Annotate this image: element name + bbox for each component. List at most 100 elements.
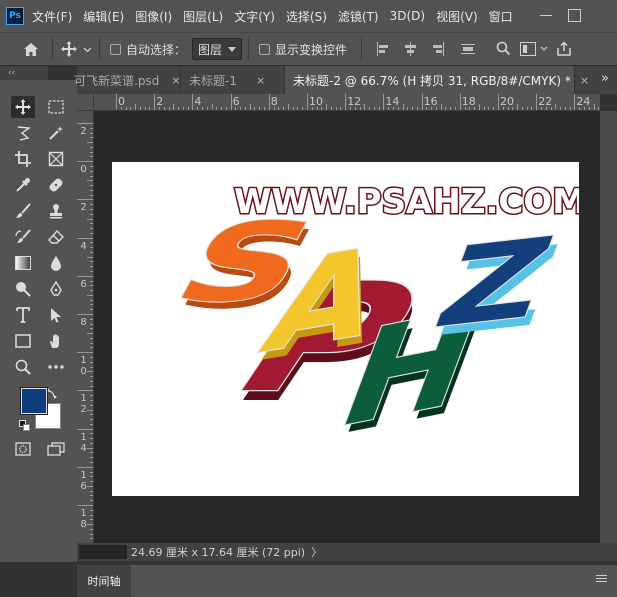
ruler-corner[interactable]: [77, 94, 94, 111]
ruler-minor-tick: [90, 356, 93, 358]
ruler-minor-tick: [90, 208, 93, 210]
ruler-minor-tick: [90, 328, 93, 330]
crop-tool-icon[interactable]: [11, 148, 35, 170]
zoom-tool-icon[interactable]: [11, 356, 35, 378]
ruler-minor-tick: [90, 490, 93, 492]
horizontal-ruler[interactable]: 0 2 4 6 8 10 12 14 16 18 20 22 24: [94, 94, 600, 111]
workspace-icon[interactable]: [520, 42, 537, 56]
home-icon[interactable]: [16, 38, 46, 60]
rectangle-tool-icon[interactable]: [11, 330, 35, 352]
ruler-minor-tick: [90, 242, 93, 244]
ruler-minor-tick: [598, 107, 600, 110]
ruler-minor-tick: [564, 107, 566, 110]
screen-mode-icon[interactable]: [44, 438, 68, 460]
ruler-tick: [77, 199, 93, 201]
lasso-tool-icon[interactable]: [11, 122, 35, 144]
frame-tool-icon[interactable]: [44, 148, 68, 170]
ruler-minor-tick: [90, 533, 93, 535]
eyedropper-tool-icon[interactable]: [11, 174, 35, 196]
ruler-tick: [230, 94, 232, 110]
menu-image[interactable]: 图像(I): [135, 8, 172, 25]
ruler-label: 0: [118, 95, 125, 108]
move-tool-icon[interactable]: [59, 39, 79, 59]
menu-edit[interactable]: 编辑(E): [83, 8, 124, 25]
ruler-minor-tick: [90, 266, 93, 268]
ruler-minor-tick: [531, 107, 533, 110]
status-menu-arrow-icon[interactable]: 〉: [311, 544, 322, 560]
quick-mask-icon[interactable]: [11, 438, 35, 460]
search-icon[interactable]: [496, 41, 512, 57]
menu-type[interactable]: 文字(Y): [234, 8, 275, 25]
menu-window[interactable]: 窗口: [489, 8, 513, 25]
tab-psd-document[interactable]: 可飞新菜谱.psd ×: [70, 66, 181, 94]
align-right-icon[interactable]: [430, 42, 445, 56]
blur-tool-icon[interactable]: [44, 252, 68, 274]
ruler-minor-tick: [373, 107, 375, 110]
ruler-minor-tick: [90, 471, 93, 473]
close-icon[interactable]: ×: [256, 74, 265, 87]
tool-preset-chevron-icon[interactable]: [83, 44, 93, 54]
menu-3d[interactable]: 3D(D): [390, 9, 425, 23]
more-tabs-icon[interactable]: »: [601, 71, 609, 86]
show-transform-checkbox[interactable]: [259, 43, 271, 55]
document-canvas[interactable]: WWW.PSAHZ.COM P P H H A A S S Z Z: [112, 162, 588, 496]
distribute-icon[interactable]: [461, 42, 476, 56]
ruler-tick: [77, 466, 93, 468]
workspace-chevron-icon[interactable]: [540, 44, 550, 54]
auto-select-target-value: 图层: [198, 42, 223, 57]
move-tool-icon[interactable]: [11, 96, 35, 118]
tab-untitled-2[interactable]: 未标题-2 @ 66.7% (H 拷贝 31, RGB/8#/CMYK) * ×: [285, 66, 589, 94]
close-icon[interactable]: ×: [580, 74, 589, 87]
minimize-icon[interactable]: [539, 8, 553, 22]
history-brush-tool-icon[interactable]: [11, 226, 35, 248]
gradient-tool-icon[interactable]: [11, 252, 35, 274]
marquee-tool-icon[interactable]: [44, 96, 68, 118]
pen-tool-icon[interactable]: [44, 278, 68, 300]
ruler-minor-tick: [493, 107, 495, 110]
ruler-tick: [421, 94, 423, 110]
timeline-panel: 时间轴: [77, 561, 617, 597]
menu-layer[interactable]: 图层(L): [183, 8, 223, 25]
dodge-tool-icon[interactable]: [11, 278, 35, 300]
maximize-icon[interactable]: [567, 8, 581, 22]
foreground-color-swatch[interactable]: [20, 387, 48, 415]
share-icon[interactable]: [556, 41, 572, 57]
menu-filter[interactable]: 滤镜(T): [338, 8, 379, 25]
align-left-icon[interactable]: [376, 42, 390, 56]
ruler-minor-tick: [283, 107, 285, 110]
vertical-ruler[interactable]: 2024681012141618: [77, 111, 94, 543]
auto-select-target-dropdown[interactable]: 图层: [192, 38, 243, 60]
photoshop-logo: Ps: [6, 7, 24, 25]
close-icon[interactable]: ×: [171, 74, 180, 87]
tools-collapse-toggle[interactable]: ‹‹: [0, 66, 48, 80]
tab-timeline[interactable]: 时间轴: [77, 565, 131, 597]
ruler-minor-tick: [90, 146, 93, 148]
ruler-minor-tick: [335, 107, 337, 110]
ruler-minor-tick: [90, 318, 93, 320]
more-tools-icon[interactable]: [44, 356, 68, 378]
menu-view[interactable]: 视图(V): [436, 8, 478, 25]
ruler-minor-tick: [297, 107, 299, 110]
hand-tool-icon[interactable]: [44, 330, 68, 352]
magic-wand-tool-icon[interactable]: [44, 122, 68, 144]
brush-tool-icon[interactable]: [11, 200, 35, 222]
eraser-tool-icon[interactable]: [44, 226, 68, 248]
healing-brush-tool-icon[interactable]: [44, 174, 68, 196]
panel-menu-icon[interactable]: [596, 575, 607, 584]
align-horizontal-center-icon[interactable]: [403, 42, 417, 56]
ruler-minor-tick: [369, 107, 371, 110]
auto-select-checkbox[interactable]: [110, 43, 121, 55]
ruler-minor-tick: [90, 151, 93, 153]
tab-untitled-1[interactable]: 未标题-1 ×: [181, 66, 285, 94]
menu-file[interactable]: 文件(F): [32, 8, 72, 25]
vertical-scrollbar[interactable]: [600, 111, 617, 543]
default-colors-icon[interactable]: [19, 420, 30, 431]
menu-select[interactable]: 选择(S): [286, 8, 327, 25]
ruler-minor-tick: [330, 107, 332, 110]
swap-colors-icon[interactable]: [46, 387, 58, 399]
path-selection-tool-icon[interactable]: [44, 304, 68, 326]
canvas-pasteboard[interactable]: WWW.PSAHZ.COM P P H H A A S S Z Z: [94, 111, 600, 543]
zoom-level-field[interactable]: [79, 545, 127, 559]
stamp-tool-icon[interactable]: [44, 200, 68, 222]
type-tool-icon[interactable]: [11, 304, 35, 326]
